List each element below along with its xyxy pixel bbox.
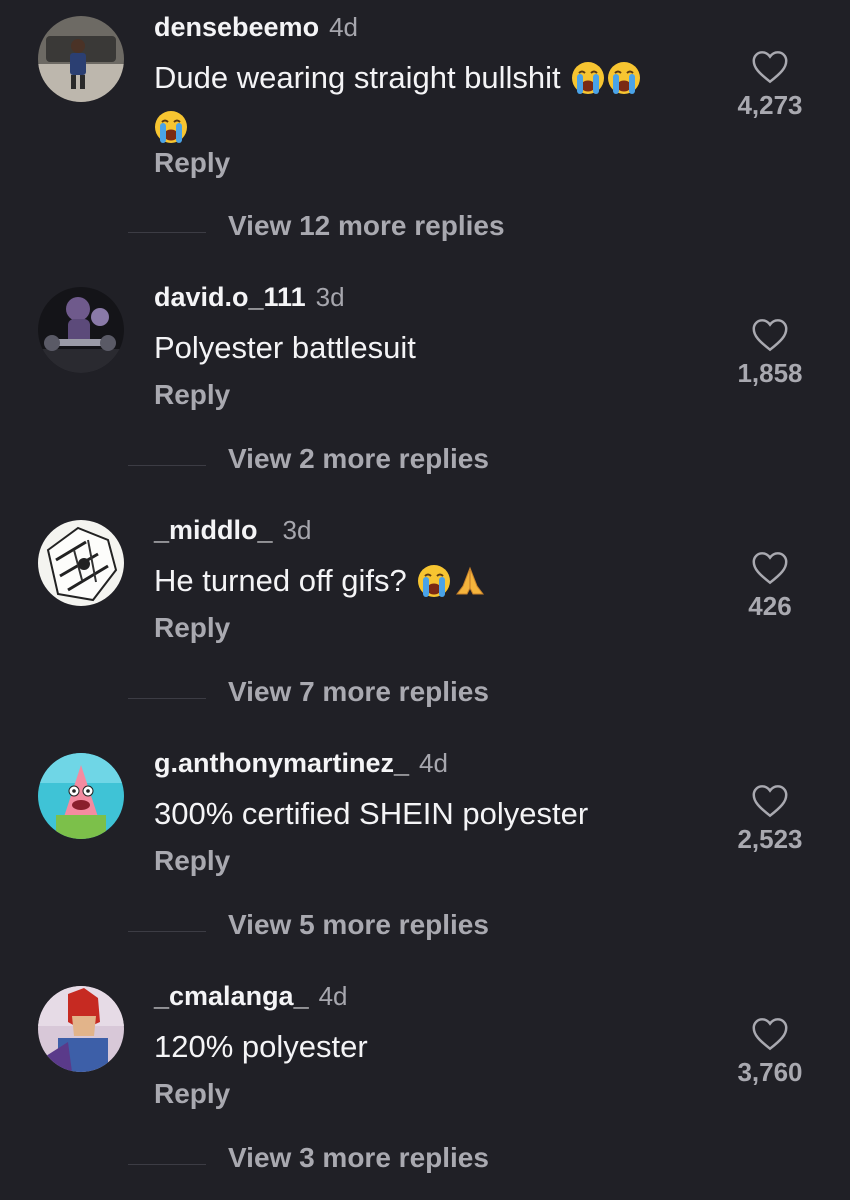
like-count: 2,523 [737,824,803,854]
like-count: 1,858 [737,358,803,388]
comment-time: 4d [329,12,358,42]
like-group: 426 [720,551,820,622]
username-line: _middlo_ 3d [154,515,311,546]
like-group: 4,273 [720,50,820,121]
heart-outline-icon[interactable] [751,784,789,818]
comment-text: Polyester battlesuit [154,330,416,365]
view-more-replies[interactable]: View 2 more replies [128,443,628,483]
heart-outline-icon[interactable] [751,551,789,585]
thread-divider [128,1164,206,1165]
reply-button[interactable]: Reply [154,612,230,644]
loudly-crying-face-emoji [417,564,451,609]
loudly-crying-face-emoji [571,61,605,106]
comment-text: He turned off gifs? [154,563,407,598]
username[interactable]: _cmalanga_ [154,981,309,1011]
comment-text: 120% polyester [154,1029,368,1064]
view-more-replies[interactable]: View 12 more replies [128,210,628,250]
username[interactable]: _middlo_ [154,515,273,545]
thread-divider [128,931,206,932]
username[interactable]: densebeemo [154,12,319,42]
username[interactable]: g.anthonymartinez_ [154,748,409,778]
username[interactable]: david.o_111 [154,282,306,312]
avatar[interactable] [38,16,124,102]
comment-time: 3d [315,282,345,312]
thread-divider [128,465,206,466]
view-more-replies-label[interactable]: View 3 more replies [228,1142,489,1174]
like-group: 2,523 [720,784,820,855]
comment-text-block: He turned off gifs? [154,560,714,609]
comment-time: 3d [282,515,312,545]
avatar[interactable] [38,986,124,1072]
comment-item: densebeemo 4d Dude wearing straight bulls… [0,12,850,245]
thread-divider [128,232,206,233]
like-count: 3,760 [737,1057,803,1087]
like-count: 4,273 [737,90,803,120]
comment-item: _middlo_ 3d He turned off gifs? Reply 426… [0,515,850,748]
avatar[interactable] [38,753,124,839]
view-more-replies[interactable]: View 5 more replies [128,909,628,949]
view-more-replies-label[interactable]: View 2 more replies [228,443,489,475]
username-line: david.o_111 3d [154,282,345,313]
comment-text: Dude wearing straight bullshit [154,60,561,95]
folded-hands-emoji [453,564,487,609]
avatar[interactable] [38,287,124,373]
comment-item: david.o_111 3d Polyester battlesuit Reply… [0,282,850,515]
comment-text: 300% certified SHEIN polyester [154,796,589,831]
like-group: 3,760 [720,1017,820,1088]
username-line: g.anthonymartinez_ 4d [154,748,448,779]
reply-button[interactable]: Reply [154,379,230,411]
view-more-replies[interactable]: View 7 more replies [128,676,628,716]
comment-time: 4d [419,748,448,778]
reply-button[interactable]: Reply [154,147,230,179]
comment-text-block: Dude wearing straight bullshit [154,57,714,155]
comment-time: 4d [318,981,348,1011]
reply-button[interactable]: Reply [154,1078,230,1110]
comment-list: densebeemo 4d Dude wearing straight bulls… [0,0,850,1200]
heart-outline-icon[interactable] [751,1017,789,1051]
comment-item: _cmalanga_ 4d 120% polyester Reply 3,760 … [0,981,850,1200]
heart-outline-icon[interactable] [751,318,789,352]
username-line: _cmalanga_ 4d [154,981,348,1012]
like-count: 426 [748,591,792,621]
heart-outline-icon[interactable] [751,50,789,84]
like-group: 1,858 [720,318,820,389]
loudly-crying-face-emoji [607,61,641,106]
username-line: densebeemo 4d [154,12,358,43]
avatar[interactable] [38,520,124,606]
view-more-replies-label[interactable]: View 7 more replies [228,676,489,708]
comment-item: g.anthonymartinez_ 4d 300% certified SHEI… [0,748,850,981]
reply-button[interactable]: Reply [154,845,230,877]
thread-divider [128,698,206,699]
view-more-replies-label[interactable]: View 5 more replies [228,909,489,941]
view-more-replies-label[interactable]: View 12 more replies [228,210,505,242]
view-more-replies[interactable]: View 3 more replies [128,1142,628,1182]
